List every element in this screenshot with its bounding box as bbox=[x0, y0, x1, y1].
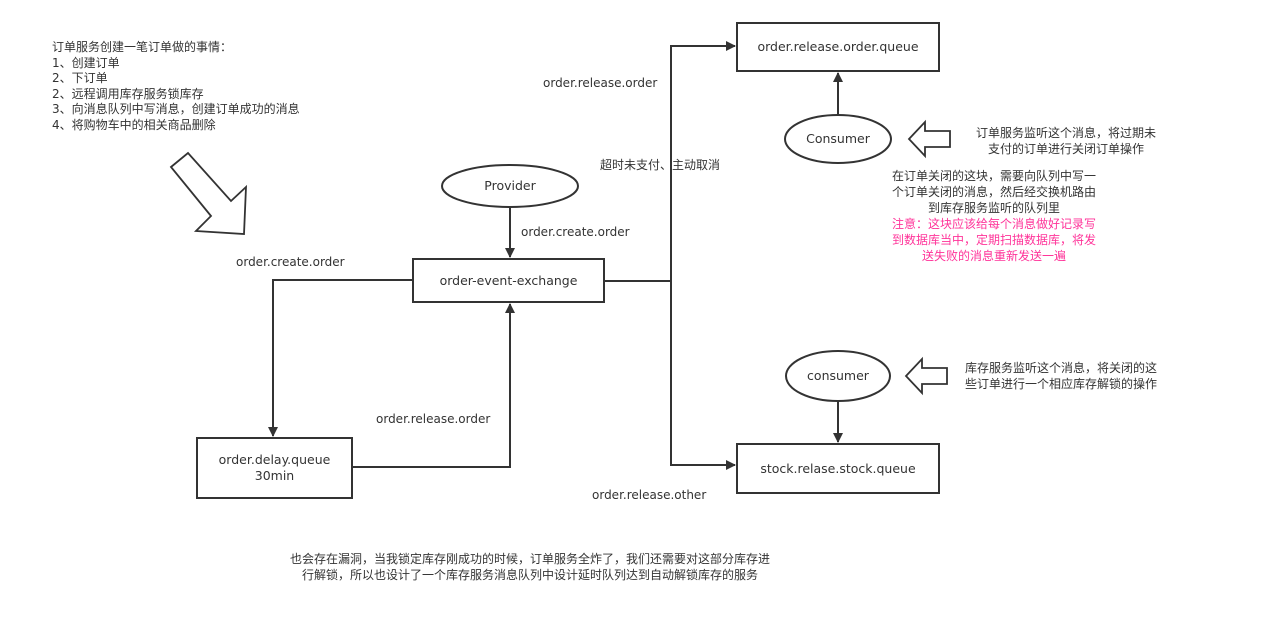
note-line: 库存服务监听这个消息，将关闭的这 bbox=[965, 361, 1158, 375]
delay-queue-name: order.delay.queue bbox=[218, 452, 331, 467]
note-line: 也会存在漏洞，当我锁定库存刚成功的时候，订单服务全炸了，我们还需要对这部分库存进 bbox=[289, 552, 770, 566]
edge-label-exchange-delay: order.create.order bbox=[236, 255, 345, 269]
edge-bus-to-stock-queue bbox=[670, 281, 736, 470]
bottom-note: 也会存在漏洞，当我锁定库存刚成功的时候，订单服务全炸了，我们还需要对这部分库存进… bbox=[240, 551, 820, 583]
hollow-arrow-down-right-icon bbox=[169, 151, 247, 235]
exchange-label: order-event-exchange bbox=[439, 272, 578, 288]
edge-label-exchange-release-queue: order.release.order bbox=[543, 76, 658, 90]
note-line: 行解锁，所以也设计了一个库存服务消息队列中设计延时队列达到自动解锁库存的服务 bbox=[301, 568, 758, 582]
order-step: 4、将购物车中的相关商品删除 bbox=[52, 117, 216, 132]
order-step: 2、远程调用库存服务锁库存 bbox=[52, 86, 204, 101]
note-line: 到库存服务监听的队列里 bbox=[927, 201, 1060, 215]
edge-label-timeout-cancel: 超时未支付、主动取消 bbox=[600, 158, 721, 172]
note-line: 个订单关闭的消息，然后经交换机路由 bbox=[891, 185, 1096, 199]
warning-line: 注意：这块应该给每个消息做好记录写 bbox=[891, 217, 1096, 231]
delay-queue-ttl: 30min bbox=[254, 468, 295, 483]
order-step: 1、创建订单 bbox=[52, 55, 120, 70]
warning-note: 注意：这块应该给每个消息做好记录写 到数据库当中，定期扫描数据库，将发 送失败的… bbox=[874, 216, 1114, 264]
note-line: 些订单进行一个相应库存解锁的操作 bbox=[965, 377, 1158, 391]
hollow-arrow-left-icon bbox=[907, 119, 951, 159]
stock-consumer-note: 库存服务监听这个消息，将关闭的这 些订单进行一个相应库存解锁的操作 bbox=[965, 360, 1157, 392]
order-steps-title: 订单服务创建一笔订单做的事情： bbox=[52, 40, 233, 54]
consumer-stock-label: consumer bbox=[807, 368, 869, 383]
consumer-order-label: Consumer bbox=[806, 131, 870, 146]
provider-label: Provider bbox=[484, 178, 536, 193]
order-consumer-note: 订单服务监听这个消息，将过期未 支付的订单进行关闭订单操作 bbox=[962, 125, 1170, 157]
warning-line: 到数据库当中，定期扫描数据库，将发 bbox=[891, 233, 1096, 247]
order-step: 3、向消息队列中写消息，创建订单成功的消息 bbox=[52, 102, 300, 116]
release-order-queue-label: order.release.order.queue bbox=[757, 39, 919, 54]
note-line: 支付的订单进行关闭订单操作 bbox=[987, 142, 1144, 156]
stock-queue-label: stock.relase.stock.queue bbox=[760, 460, 916, 476]
hollow-arrow-left-icon-2 bbox=[904, 356, 948, 396]
close-order-note: 在订单关闭的这块，需要向队列中写一 个订单关闭的消息，然后经交换机路由 到库存服… bbox=[878, 168, 1110, 216]
note-line: 订单服务监听这个消息，将过期未 bbox=[975, 126, 1156, 140]
edge-label-provider-exchange: order.create.order bbox=[521, 225, 630, 239]
edge-label-exchange-stock-queue: order.release.other bbox=[592, 488, 707, 502]
edge-label-delay-exchange: order.release.order bbox=[376, 412, 491, 426]
edge-delay-to-exchange bbox=[352, 303, 515, 468]
note-line: 在订单关闭的这块，需要向队列中写一 bbox=[891, 169, 1096, 183]
order-steps-note: 订单服务创建一笔订单做的事情： 1、创建订单 2、下订单 2、远程调用库存服务锁… bbox=[52, 40, 300, 133]
warning-line: 送失败的消息重新发送一遍 bbox=[921, 249, 1066, 263]
order-step: 2、下订单 bbox=[52, 71, 108, 85]
delay-queue-label: order.delay.queue 30min bbox=[197, 438, 352, 498]
